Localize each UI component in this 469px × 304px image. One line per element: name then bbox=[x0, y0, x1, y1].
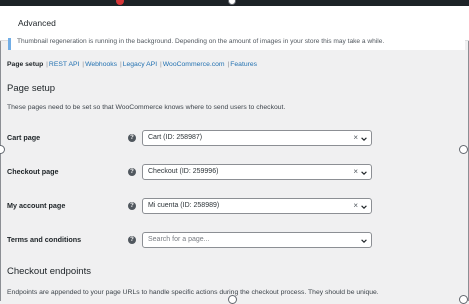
resize-handle-right[interactable] bbox=[459, 145, 468, 154]
chevron-down-icon[interactable] bbox=[360, 203, 368, 211]
my-account-page-label: My account page bbox=[7, 201, 66, 210]
cart-page-label: Cart page bbox=[7, 133, 41, 142]
terms-page-label: Terms and conditions bbox=[7, 235, 82, 244]
subnav-webhooks[interactable]: Webhooks bbox=[85, 61, 117, 68]
help-icon[interactable]: ? bbox=[128, 202, 136, 210]
terms-page-placeholder: Search for a page... bbox=[148, 236, 210, 243]
checkout-page-label: Checkout page bbox=[7, 167, 59, 176]
cart-page-value: Cart (ID: 258987) bbox=[148, 134, 203, 141]
subnav-woocommerce-com[interactable]: WooCommerce.com bbox=[163, 61, 225, 68]
chevron-down-icon[interactable] bbox=[360, 135, 368, 143]
my-account-page-value: Mi cuenta (ID: 258989) bbox=[148, 202, 220, 209]
clear-icon[interactable]: × bbox=[353, 167, 358, 176]
terms-page-select[interactable]: Search for a page... bbox=[142, 232, 372, 248]
notification-dot-icon bbox=[116, 0, 124, 5]
page-setup-heading: Page setup bbox=[7, 83, 56, 94]
section-subnav: Page setup |REST API |Webhooks |Legacy A… bbox=[7, 61, 258, 68]
checkout-page-value: Checkout (ID: 259996) bbox=[148, 168, 219, 175]
chevron-down-icon[interactable] bbox=[360, 237, 368, 245]
checkout-endpoints-heading: Checkout endpoints bbox=[7, 266, 91, 277]
help-icon[interactable]: ? bbox=[128, 236, 136, 244]
settings-header: Advanced bbox=[0, 6, 469, 41]
help-icon[interactable]: ? bbox=[128, 134, 136, 142]
subnav-features[interactable]: Features bbox=[230, 61, 257, 68]
notice-text: Thumbnail regeneration is running in the… bbox=[17, 38, 385, 45]
resize-handle-corner[interactable] bbox=[459, 295, 468, 304]
help-icon[interactable]: ? bbox=[128, 168, 136, 176]
tab-advanced[interactable]: Advanced bbox=[18, 18, 56, 28]
subnav-legacy-api[interactable]: Legacy API bbox=[123, 61, 157, 68]
subnav-page-setup[interactable]: Page setup bbox=[7, 61, 43, 68]
page-setup-description: These pages need to be set so that WooCo… bbox=[7, 104, 286, 111]
resize-handle-top[interactable] bbox=[228, 0, 236, 5]
subnav-rest-api[interactable]: REST API bbox=[49, 61, 79, 68]
clear-icon[interactable]: × bbox=[353, 201, 358, 210]
my-account-page-select[interactable]: Mi cuenta (ID: 258989) × bbox=[142, 198, 372, 214]
resize-handle-bottom[interactable] bbox=[228, 295, 237, 304]
chevron-down-icon[interactable] bbox=[360, 169, 368, 177]
cart-page-select[interactable]: Cart (ID: 258987) × bbox=[142, 130, 372, 146]
checkout-endpoints-description: Endpoints are appended to your page URLs… bbox=[7, 289, 379, 296]
checkout-page-select[interactable]: Checkout (ID: 259996) × bbox=[142, 164, 372, 180]
info-notice: Thumbnail regeneration is running in the… bbox=[8, 38, 465, 50]
clear-icon[interactable]: × bbox=[353, 133, 358, 142]
